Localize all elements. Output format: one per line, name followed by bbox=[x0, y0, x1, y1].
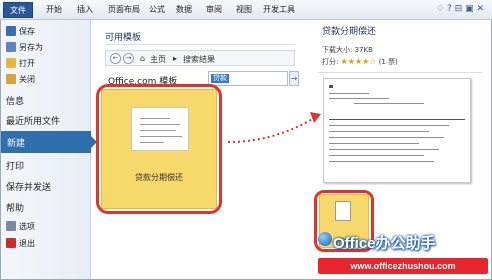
search-value: 贷款 bbox=[211, 74, 229, 83]
sidebar-item-print[interactable]: 打印 bbox=[6, 159, 24, 172]
sidebar-item-exit[interactable]: 退出 bbox=[6, 238, 35, 249]
save-icon bbox=[6, 26, 16, 36]
sidebar-item-close[interactable]: 关闭 bbox=[6, 74, 35, 85]
ribbon-tab-insert[interactable]: 插入 bbox=[77, 4, 93, 15]
exit-icon bbox=[6, 238, 16, 248]
ribbon-tab-developer[interactable]: 开发工具 bbox=[263, 4, 295, 15]
sidebar-item-save-send[interactable]: 保存并发送 bbox=[6, 180, 51, 193]
sidebar-item-help[interactable]: 帮助 bbox=[6, 201, 24, 214]
watermark-url: www.officezhushou.com bbox=[318, 258, 488, 274]
sidebar-item-recent[interactable]: 最近所用文件 bbox=[6, 114, 60, 127]
ribbon-tab-view[interactable]: 视图 bbox=[236, 4, 252, 15]
watermark-logo-icon bbox=[318, 232, 332, 246]
ribbon-tab-page-layout[interactable]: 页面布局 bbox=[108, 4, 140, 15]
ribbon: 文件 开始 插入 页面布局 公式 数据 审阅 视图 开发工具 ♢ ? ⊟ ▣ ✕ bbox=[0, 0, 492, 20]
sidebar-item-open[interactable]: 打开 bbox=[6, 58, 35, 69]
back-button[interactable]: ← bbox=[110, 53, 121, 64]
preview-title: 贷款分期偿还 bbox=[322, 27, 377, 37]
search-go-button[interactable]: → bbox=[289, 71, 299, 86]
options-icon bbox=[6, 221, 16, 231]
window-controls[interactable]: ♢ ? ⊟ ▣ ✕ bbox=[436, 4, 484, 14]
template-search-input[interactable]: 贷款 bbox=[208, 71, 288, 86]
dotted-arrow bbox=[227, 112, 321, 143]
ribbon-tab-home[interactable]: 开始 bbox=[46, 4, 62, 15]
sidebar-item-new[interactable]: 新建 bbox=[1, 131, 91, 153]
preview-rating: 打分: ★★★★☆ (1 票) bbox=[322, 57, 398, 66]
breadcrumb-separator: ▸ bbox=[173, 54, 178, 63]
breadcrumb-current: 搜索结果 bbox=[183, 55, 215, 64]
ribbon-tab-formulas[interactable]: 公式 bbox=[149, 4, 165, 15]
preview-download-size: 下载大小: 37KB bbox=[322, 46, 373, 54]
save-as-icon bbox=[6, 42, 16, 52]
highlight-outline-tile bbox=[96, 84, 222, 214]
sidebar-item-options[interactable]: 选项 bbox=[6, 221, 35, 232]
breadcrumb-home[interactable]: 主页 bbox=[150, 54, 166, 65]
ribbon-tab-data[interactable]: 数据 bbox=[176, 4, 192, 15]
open-folder-icon bbox=[6, 58, 16, 68]
close-file-icon bbox=[6, 74, 16, 84]
template-nav-bar: ← → ⌂ 主页 ▸ 搜索结果 bbox=[105, 50, 295, 66]
rating-stars: ★★★★☆ bbox=[340, 57, 377, 66]
templates-divider bbox=[105, 44, 295, 45]
ribbon-tab-review[interactable]: 审阅 bbox=[206, 4, 222, 15]
forward-button[interactable]: → bbox=[123, 53, 134, 64]
templates-title: 可用模板 bbox=[105, 33, 142, 43]
watermark-name: Office办公助手 bbox=[333, 235, 436, 252]
preview-document bbox=[323, 78, 471, 183]
sidebar-item-save[interactable]: 保存 bbox=[6, 26, 35, 37]
file-tab[interactable]: 文件 bbox=[3, 2, 33, 18]
home-icon[interactable]: ⌂ bbox=[140, 54, 145, 63]
preview-divider bbox=[318, 72, 483, 73]
sidebar-item-save-as[interactable]: 另存为 bbox=[6, 42, 43, 53]
sidebar-item-info[interactable]: 信息 bbox=[6, 94, 24, 107]
